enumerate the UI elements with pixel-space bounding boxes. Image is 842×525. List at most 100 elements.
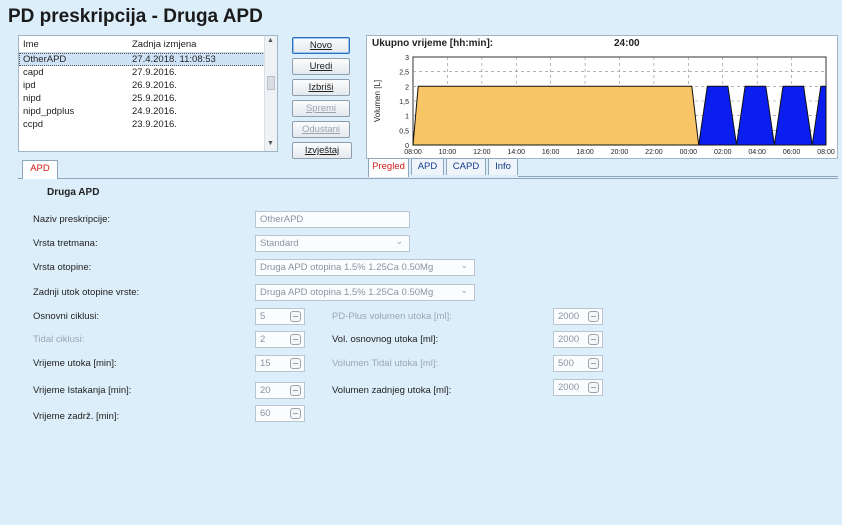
- volume-chart: 00,511,522,5308:00 10:00 12:00 14:00 16:00 18…: [373, 55, 835, 156]
- x-tick-label: 12:00: [473, 149, 491, 156]
- new-button[interactable]: Novo: [292, 37, 350, 54]
- prescription-name-field[interactable]: OtherAPD: [255, 211, 410, 228]
- list-item[interactable]: capd 27.9.2016.: [19, 66, 277, 79]
- base-fill-volume-stepper[interactable]: 2000: [553, 331, 603, 348]
- stepper-icon[interactable]: [290, 358, 301, 369]
- solution-type-select[interactable]: Druga APD otopina 1.5% 1.25Ca 0.50Mg: [255, 259, 475, 276]
- tidal-cycles-stepper[interactable]: 2: [255, 331, 305, 348]
- x-tick-label: 18:00: [576, 149, 594, 156]
- list-item-name: nipd_pdplus: [23, 106, 75, 117]
- y-tick-label: 0,5: [399, 128, 409, 135]
- y-tick-label: 3: [405, 55, 409, 62]
- tidal-volume-stepper[interactable]: 500: [553, 355, 603, 372]
- list-item-date: 25.9.2016.: [132, 93, 177, 104]
- prescription-name-label: Naziv preskripcije:: [33, 214, 111, 225]
- tab-divider: [18, 178, 838, 179]
- stepper-icon[interactable]: [290, 311, 301, 322]
- last-fill-select[interactable]: Druga APD otopina 1.5% 1.25Ca 0.50Mg: [255, 284, 475, 301]
- x-tick-label: 22:00: [645, 149, 663, 156]
- list-item[interactable]: OtherAPD 27.4.2018. 11:08:53: [19, 53, 277, 66]
- stepper-icon[interactable]: [290, 408, 301, 419]
- x-tick-label: 00:00: [680, 149, 698, 156]
- last-fill-volume-stepper[interactable]: 2000: [553, 379, 603, 396]
- section-title: Druga APD: [47, 187, 100, 198]
- treatment-type-value: Standard: [260, 238, 299, 249]
- tidal-cycles-value: 2: [260, 334, 266, 345]
- tab-pregled[interactable]: Pregled: [368, 158, 409, 177]
- y-tick-label: 1,5: [399, 99, 409, 106]
- dwell-time-value: 60: [260, 408, 271, 419]
- list-item-name: nipd: [23, 93, 41, 104]
- list-item-date: 26.9.2016.: [132, 80, 177, 91]
- stepper-icon[interactable]: [290, 334, 301, 345]
- save-button[interactable]: Spremi: [292, 100, 350, 117]
- base-fill-volume-label: Vol. osnovnog utoka [ml]:: [332, 334, 439, 345]
- list-scrollbar[interactable]: ▲ ▼: [264, 36, 277, 151]
- page-title: PD preskripcija - Druga APD: [8, 6, 263, 27]
- list-item-name: OtherAPD: [23, 54, 67, 65]
- list-item[interactable]: nipd_pdplus 24.9.2016.: [19, 105, 277, 118]
- fill-time-value: 15: [260, 358, 271, 369]
- x-tick-label: 20:00: [611, 149, 629, 156]
- tidal-cycles-label: Tidal ciklusi:: [33, 334, 85, 345]
- scroll-down-icon[interactable]: ▼: [267, 140, 274, 147]
- list-item-date: 24.9.2016.: [132, 106, 177, 117]
- delete-button[interactable]: Izbriši: [292, 79, 350, 96]
- y-axis-label: Volumen [L]: [373, 80, 382, 122]
- list-item[interactable]: ipd 26.9.2016.: [19, 79, 277, 92]
- base-cycles-stepper[interactable]: 5: [255, 308, 305, 325]
- series-area-0: [412, 85, 700, 146]
- stepper-icon[interactable]: [290, 385, 301, 396]
- list-item-name: ipd: [23, 80, 36, 91]
- tab-info[interactable]: Info: [488, 158, 518, 175]
- list-header: Ime Zadnja izmjena: [19, 36, 277, 53]
- prescription-list[interactable]: Ime Zadnja izmjena OtherAPD 27.4.2018. 1…: [18, 35, 278, 152]
- tidal-volume-value: 500: [558, 358, 574, 369]
- fill-time-label: Vrijeme utoka [min]:: [33, 358, 117, 369]
- column-header-name[interactable]: Ime: [23, 39, 39, 50]
- base-fill-volume-value: 2000: [558, 334, 580, 345]
- tab-apd-form[interactable]: APD: [22, 160, 58, 179]
- tab-apd[interactable]: APD: [411, 158, 444, 175]
- drain-time-stepper[interactable]: 20: [255, 382, 305, 399]
- stepper-icon[interactable]: [588, 334, 599, 345]
- report-button[interactable]: Izvještaj: [292, 142, 352, 159]
- cancel-button[interactable]: Odustani: [292, 121, 350, 138]
- list-item-date: 27.9.2016.: [132, 67, 177, 78]
- tidal-volume-label: Volumen Tidal utoka [ml]:: [332, 358, 439, 369]
- list-item-date: 27.4.2018. 11:08:53: [132, 54, 216, 65]
- last-fill-volume-label: Volumen zadnjeg utoka [ml]:: [332, 385, 452, 396]
- drain-time-value: 20: [260, 385, 271, 396]
- treatment-type-select[interactable]: Standard: [255, 235, 410, 252]
- x-tick-label: 06:00: [783, 149, 801, 156]
- base-cycles-label: Osnovni ciklusi:: [33, 311, 99, 322]
- y-tick-label: 2,5: [399, 70, 409, 77]
- x-tick-label: 08:00: [817, 149, 835, 156]
- pdplus-volume-stepper[interactable]: 2000: [553, 308, 603, 325]
- dwell-time-stepper[interactable]: 60: [255, 405, 305, 422]
- scroll-up-icon[interactable]: ▲: [267, 37, 274, 44]
- column-header-modified[interactable]: Zadnja izmjena: [132, 39, 196, 50]
- stepper-icon[interactable]: [588, 358, 599, 369]
- list-item[interactable]: ccpd 23.9.2016.: [19, 118, 277, 131]
- solution-type-value: Druga APD otopina 1.5% 1.25Ca 0.50Mg: [260, 262, 434, 273]
- stepper-icon[interactable]: [588, 311, 599, 322]
- dwell-time-label: Vrijeme zadrž. [min]:: [33, 411, 120, 422]
- scroll-thumb[interactable]: [267, 76, 275, 90]
- list-item[interactable]: nipd 25.9.2016.: [19, 92, 277, 105]
- tab-divider: [518, 176, 838, 177]
- list-item-date: 23.9.2016.: [132, 119, 177, 130]
- x-tick-label: 10:00: [439, 149, 457, 156]
- tab-capd[interactable]: CAPD: [446, 158, 486, 175]
- edit-button[interactable]: Uredi: [292, 58, 350, 75]
- pdplus-volume-label: PD-Plus volumen utoka [ml]:: [332, 311, 452, 322]
- list-item-name: ccpd: [23, 119, 44, 130]
- x-tick-label: 02:00: [714, 149, 732, 156]
- y-tick-label: 2: [405, 84, 409, 91]
- fill-time-stepper[interactable]: 15: [255, 355, 305, 372]
- x-tick-label: 04:00: [748, 149, 766, 156]
- last-fill-value: Druga APD otopina 1.5% 1.25Ca 0.50Mg: [260, 287, 434, 298]
- base-cycles-value: 5: [260, 311, 266, 322]
- solution-type-label: Vrsta otopine:: [33, 262, 92, 273]
- stepper-icon[interactable]: [588, 382, 599, 393]
